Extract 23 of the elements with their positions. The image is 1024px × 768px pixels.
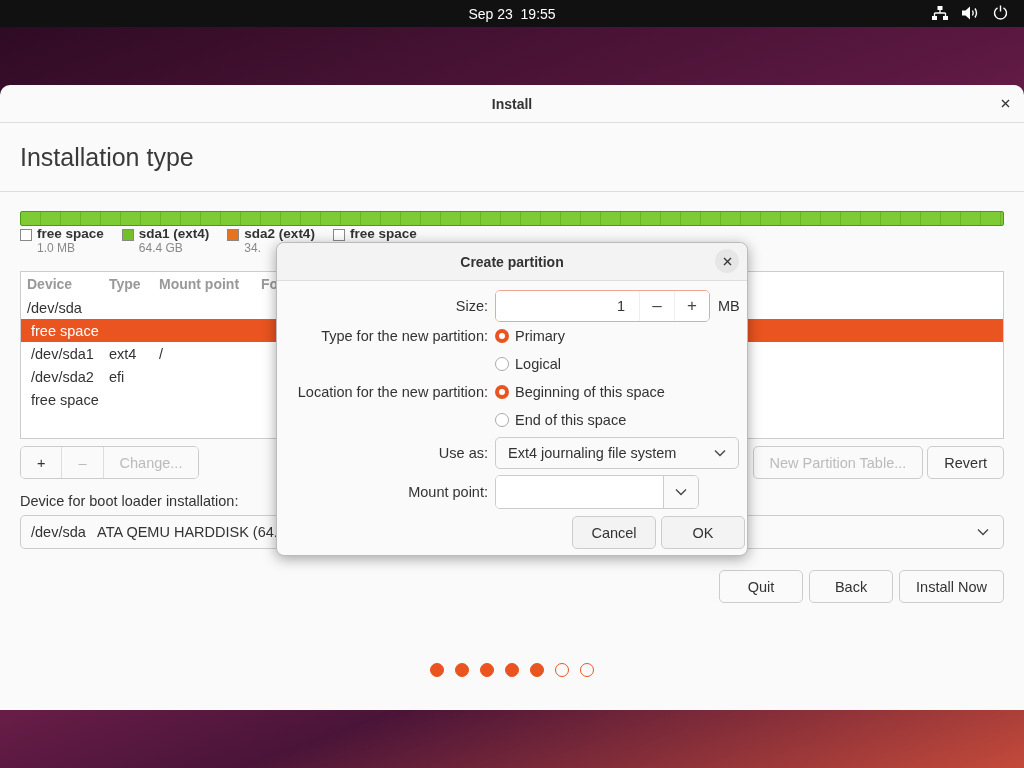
page-heading: Installation type <box>20 143 194 171</box>
dialog-title: Create partition <box>460 253 564 270</box>
legend-label: free space <box>37 227 104 241</box>
legend-size: 34. <box>244 241 263 255</box>
field-label: Location for the new partition: <box>296 384 488 400</box>
table-cell: efi <box>109 368 125 385</box>
field-label: Type for the new partition: <box>320 328 488 344</box>
table-cell: / <box>159 345 164 362</box>
field-label: Use as: <box>437 445 488 461</box>
table-cell-text: /dev/sda2 <box>30 368 95 385</box>
legend-label: sda2 (ext4) <box>244 227 315 241</box>
field-label: Size: <box>454 298 488 314</box>
field-label: Device for boot loader installation: <box>20 493 239 509</box>
unit-label: MB <box>718 298 740 314</box>
legend-size: 1.0 MB <box>37 241 76 255</box>
table-cell-text: /dev/sda1 <box>30 345 95 362</box>
table-cell-text: free space <box>30 322 100 339</box>
window-title: Install <box>491 95 533 112</box>
legend-size: 64.4 GB <box>138 241 184 255</box>
legend-label: sda1 (ext4) <box>138 227 210 241</box>
table-cell: ext4 <box>109 345 137 362</box>
field-label: Mount point: <box>407 484 488 500</box>
legend-label: free space <box>349 227 417 241</box>
